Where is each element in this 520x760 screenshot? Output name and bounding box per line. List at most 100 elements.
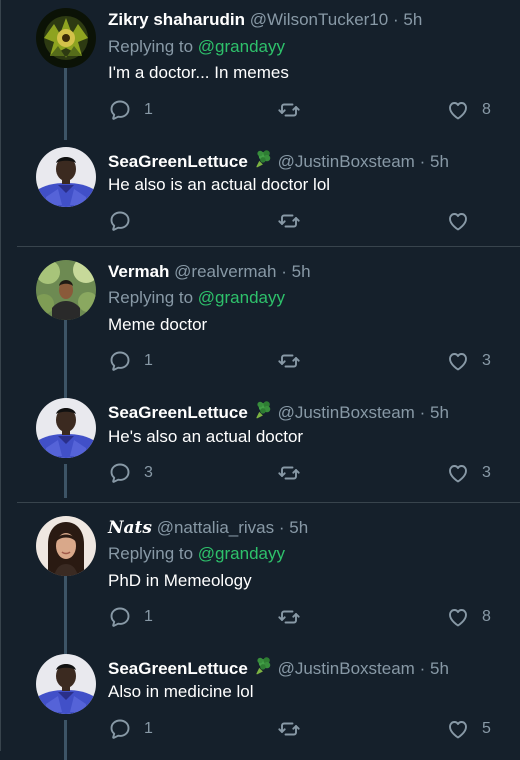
reply-button[interactable]: 1: [108, 605, 153, 629]
user-handle[interactable]: @realvermah: [174, 262, 276, 281]
like-button[interactable]: 3: [446, 461, 491, 485]
mention-link[interactable]: @grandayy: [198, 544, 285, 563]
retweet-icon: [277, 717, 301, 741]
reply-icon: [108, 209, 132, 233]
broccoli-icon: [251, 399, 273, 421]
separator-dot: ·: [419, 152, 426, 171]
retweet-button[interactable]: [277, 717, 313, 741]
tweet-header: SeaGreenLettuce @JustinBoxsteam · 5h: [108, 399, 449, 424]
reply-button[interactable]: [108, 209, 144, 233]
reply-count: 1: [144, 608, 153, 625]
tweet-text: He also is an actual doctor lol: [108, 175, 331, 194]
display-name[interactable]: Zikry shaharudin: [108, 10, 245, 29]
timestamp[interactable]: 5h: [292, 262, 311, 281]
retweet-button[interactable]: [277, 461, 313, 485]
retweet-icon: [277, 461, 301, 485]
user-handle[interactable]: @WilsonTucker10: [250, 10, 389, 29]
tweet-2[interactable]: SeaGreenLettuce @JustinBoxsteam · 5h He …: [0, 140, 520, 246]
reply-button[interactable]: 3: [108, 461, 153, 485]
retweet-icon: [277, 98, 301, 122]
like-button[interactable]: 3: [446, 349, 491, 373]
tweet-text: I'm a doctor... In memes: [108, 63, 289, 82]
display-name[interactable]: SeaGreenLettuce: [108, 659, 248, 678]
heart-icon: [446, 605, 470, 629]
heart-icon: [446, 461, 470, 485]
user-handle[interactable]: @nattalia_rivas: [157, 518, 274, 537]
avatar[interactable]: [36, 516, 96, 576]
reply-icon: [108, 349, 132, 373]
replying-prefix: Replying to: [108, 544, 194, 563]
retweet-button[interactable]: [277, 349, 313, 373]
avatar[interactable]: [36, 654, 96, 714]
reply-button[interactable]: 1: [108, 717, 153, 741]
avatar[interactable]: [36, 260, 96, 320]
avatar[interactable]: [36, 8, 96, 68]
broccoli-icon: [251, 148, 273, 170]
tweet-5[interactable]: Nats @nattalia_rivas · 5h Replying to @g…: [0, 506, 520, 658]
like-button[interactable]: [446, 209, 482, 233]
reply-count: 1: [144, 101, 153, 118]
tweet-6[interactable]: SeaGreenLettuce @JustinBoxsteam · 5h Als…: [0, 648, 520, 760]
tweet-1[interactable]: Zikry shaharudin @WilsonTucker10 · 5h Re…: [0, 0, 520, 140]
reply-icon: [108, 98, 132, 122]
broccoli-icon: [251, 655, 273, 677]
avatar[interactable]: [36, 398, 96, 458]
timestamp[interactable]: 5h: [289, 518, 308, 537]
retweet-button[interactable]: [277, 209, 313, 233]
like-count: 3: [482, 464, 491, 481]
heart-icon: [446, 209, 470, 233]
mention-link[interactable]: @grandayy: [198, 37, 285, 56]
like-button[interactable]: 5: [446, 717, 491, 741]
thread-line: [64, 720, 67, 760]
retweet-icon: [277, 209, 301, 233]
timestamp[interactable]: 5h: [430, 659, 449, 678]
tweet-header: Zikry shaharudin @WilsonTucker10 · 5h: [108, 9, 422, 31]
timestamp[interactable]: 5h: [403, 10, 422, 29]
thread-line: [64, 464, 67, 498]
separator-dot: ·: [281, 262, 287, 281]
timestamp[interactable]: 5h: [430, 403, 449, 422]
tweet-3[interactable]: Vermah @realvermah · 5h Replying to @gra…: [0, 250, 520, 402]
reply-icon: [108, 605, 132, 629]
user-handle[interactable]: @JustinBoxsteam: [278, 403, 415, 422]
replying-prefix: Replying to: [108, 37, 194, 56]
like-count: 5: [482, 720, 491, 737]
reply-button[interactable]: 1: [108, 98, 153, 122]
separator-dot: ·: [392, 10, 399, 29]
retweet-button[interactable]: [277, 98, 313, 122]
user-handle[interactable]: @JustinBoxsteam: [278, 659, 415, 678]
like-button[interactable]: 8: [446, 98, 491, 122]
reply-count: 3: [144, 464, 153, 481]
heart-icon: [446, 349, 470, 373]
reply-icon: [108, 461, 132, 485]
tweet-text: Also in medicine lol: [108, 682, 254, 701]
display-name[interactable]: SeaGreenLettuce: [108, 403, 248, 422]
tweet-header: Vermah @realvermah · 5h: [108, 261, 311, 283]
reply-button[interactable]: 1: [108, 349, 153, 373]
display-name[interactable]: SeaGreenLettuce: [108, 152, 248, 171]
thread-line: [64, 576, 67, 658]
timestamp[interactable]: 5h: [430, 152, 449, 171]
retweet-button[interactable]: [277, 605, 313, 629]
tweet-4[interactable]: SeaGreenLettuce @JustinBoxsteam · 5h He'…: [0, 392, 520, 502]
separator-dot: ·: [419, 403, 426, 422]
tweet-header: SeaGreenLettuce @JustinBoxsteam · 5h: [108, 148, 449, 173]
replying-to: Replying to @grandayy: [108, 543, 285, 565]
like-button[interactable]: 8: [446, 605, 491, 629]
display-name[interactable]: Nats: [108, 518, 152, 538]
display-name[interactable]: Vermah: [108, 262, 169, 281]
thread-line: [64, 68, 67, 140]
tweet-text: PhD in Memeology: [108, 571, 252, 590]
mention-link[interactable]: @grandayy: [198, 288, 285, 307]
reply-icon: [108, 717, 132, 741]
tweet-text: Meme doctor: [108, 315, 208, 334]
user-handle[interactable]: @JustinBoxsteam: [278, 152, 415, 171]
retweet-icon: [277, 349, 301, 373]
conversation-divider: [17, 502, 520, 503]
tweet-header: Nats @nattalia_rivas · 5h: [108, 517, 308, 539]
separator-dot: ·: [419, 659, 426, 678]
tweet-text: He's also an actual doctor: [108, 427, 304, 446]
tweet-header: SeaGreenLettuce @JustinBoxsteam · 5h: [108, 655, 449, 680]
avatar[interactable]: [36, 147, 96, 207]
replying-prefix: Replying to: [108, 288, 194, 307]
